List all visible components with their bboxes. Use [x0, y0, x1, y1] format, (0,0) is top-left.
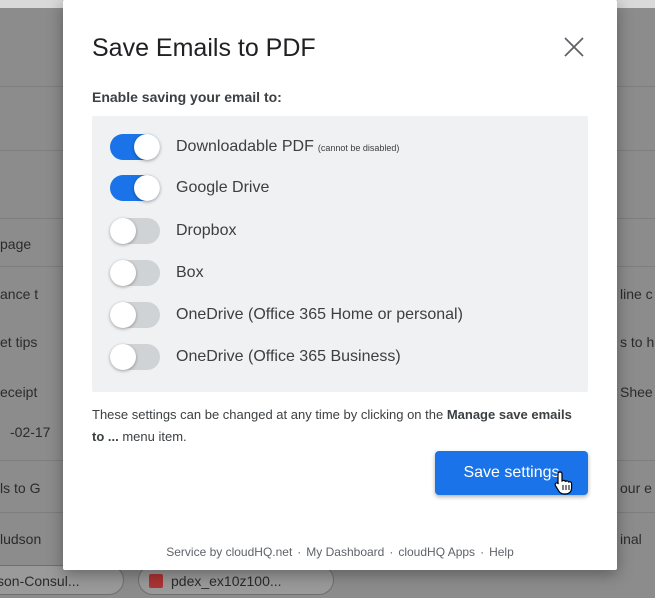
- option-note: (cannot be disabled): [317, 143, 400, 153]
- bg-row-text: -02-17: [10, 424, 51, 440]
- footer-apps-link[interactable]: cloudHQ Apps: [398, 545, 475, 559]
- option-onedrive-personal: OneDrive (Office 365 Home or personal): [110, 300, 463, 330]
- option-label: OneDrive (Office 365 Home or personal): [176, 306, 463, 323]
- hand-pointer-icon: [554, 471, 573, 495]
- bg-row-text: eceipt: [0, 384, 38, 400]
- footer-service-link[interactable]: Service by cloudHQ.net: [166, 545, 292, 559]
- toggle-box[interactable]: [110, 260, 160, 286]
- close-icon[interactable]: [561, 34, 587, 60]
- option-onedrive-business: OneDrive (Office 365 Business): [110, 342, 401, 372]
- option-box: Box: [110, 258, 204, 288]
- bg-row-text: ls to G: [0, 480, 41, 496]
- bg-row-text: et tips: [0, 334, 38, 350]
- bg-row-text: our e: [620, 480, 652, 496]
- bg-row-text: page: [0, 236, 32, 252]
- dialog-subtitle: Enable saving your email to:: [92, 89, 282, 105]
- option-label: Dropbox: [176, 222, 237, 239]
- toggle-downloadable-pdf[interactable]: [110, 134, 160, 160]
- option-google-drive: Google Drive: [110, 173, 269, 203]
- chip-label: pdex_ex10z100...: [171, 573, 282, 589]
- option-label: Box: [176, 264, 204, 281]
- dialog-title: Save Emails to PDF: [92, 34, 316, 62]
- storage-options-panel: Downloadable PDF (cannot be disabled) Goo…: [92, 116, 588, 392]
- option-label: Downloadable PDF (cannot be disabled): [176, 138, 400, 155]
- bg-row-text: ludson: [0, 531, 42, 547]
- toggle-onedrive-personal[interactable]: [110, 302, 160, 328]
- bg-row-text: ance t: [0, 286, 39, 302]
- option-downloadable-pdf: Downloadable PDF (cannot be disabled): [110, 132, 399, 162]
- dialog-footer: Service by cloudHQ.net · My Dashboard · clou…: [166, 545, 514, 559]
- bg-row-text: s to h: [620, 334, 655, 350]
- save-emails-dialog: Save Emails to PDF Enable saving your em…: [63, 0, 617, 570]
- toggle-onedrive-business[interactable]: [110, 344, 160, 370]
- footer-dashboard-link[interactable]: My Dashboard: [306, 545, 384, 559]
- settings-info-text: These settings can be changed at any tim…: [92, 407, 572, 444]
- option-label: OneDrive (Office 365 Business): [176, 348, 401, 365]
- footer-help-link[interactable]: Help: [489, 545, 514, 559]
- pdf-icon: [149, 574, 163, 588]
- bg-row-text: Shee: [620, 384, 653, 400]
- toggle-google-drive[interactable]: [110, 175, 160, 201]
- toggle-dropbox[interactable]: [110, 218, 160, 244]
- option-label: Google Drive: [176, 179, 270, 196]
- option-dropbox: Dropbox: [110, 216, 236, 246]
- chip-label: son-Consul...: [0, 573, 80, 589]
- bg-row-text: inal: [620, 531, 642, 547]
- bg-row-text: line c: [620, 286, 653, 302]
